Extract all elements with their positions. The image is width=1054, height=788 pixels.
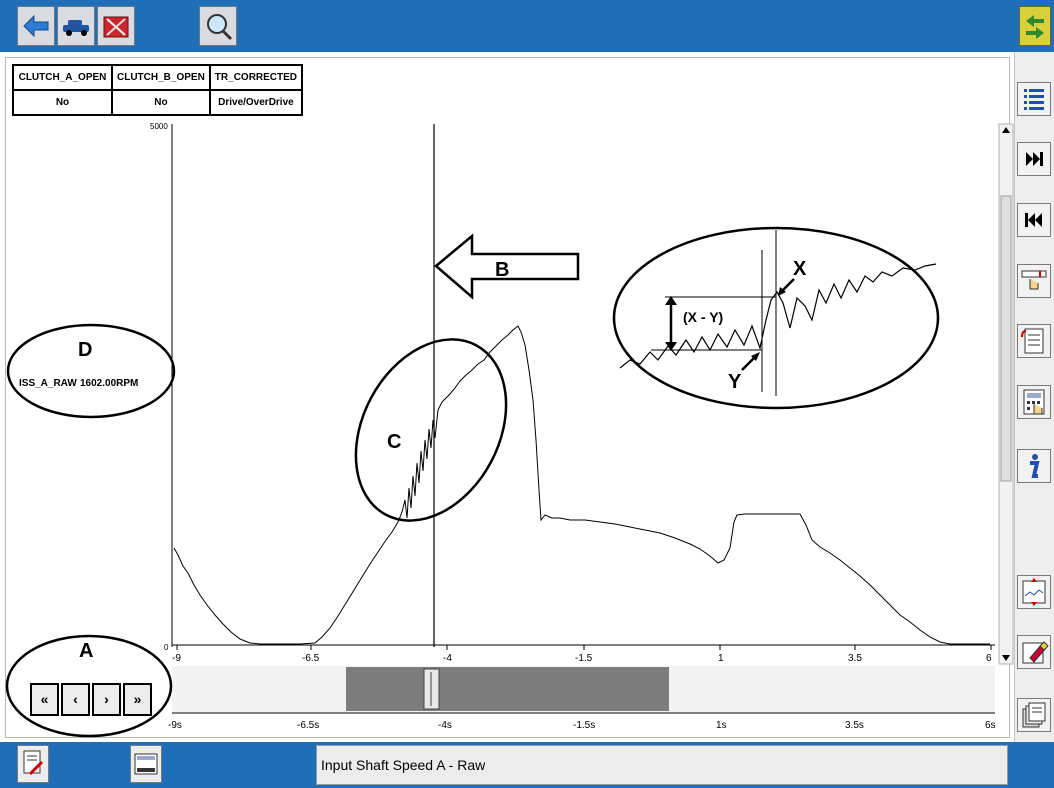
x-tick: -1.5 (575, 653, 593, 664)
annotation-x-label: X (793, 258, 807, 280)
pid-readout-name: ISS_A_RAW (19, 378, 77, 389)
skip-back-icon[interactable] (1017, 203, 1051, 237)
annotation-a-label: A (79, 640, 93, 662)
timeline-visible-window[interactable] (346, 667, 669, 711)
cursor-select-icon[interactable] (1017, 264, 1051, 298)
recorder-icon[interactable] (130, 745, 162, 783)
x-ticks: -9 -6.5 -4 -1.5 1 3.5 6 (172, 645, 992, 664)
annotation-y-label: Y (728, 371, 742, 393)
annotation-d-label: D (78, 339, 92, 361)
pid-readout-value: 1602.00RPM (80, 378, 138, 389)
annotation-c-ellipse (354, 338, 508, 522)
calculator-icon[interactable] (1017, 385, 1051, 419)
report-icon[interactable] (1017, 324, 1051, 358)
info-icon[interactable] (1017, 449, 1051, 483)
iss-a-raw-trace (173, 325, 990, 645)
status-bar-text: Input Shaft Speed A - Raw (316, 745, 1008, 785)
xy-diff-label: (X - Y) (683, 309, 723, 325)
files-icon[interactable] (1017, 698, 1051, 732)
timeline-tick: 6s (985, 720, 996, 731)
y-min-label: 0 (164, 643, 169, 652)
edit-icon[interactable] (1017, 635, 1051, 669)
x-tick: -6.5 (302, 653, 320, 664)
timeline-tick: 3.5s (845, 720, 864, 731)
skip-forward-icon[interactable] (1017, 142, 1051, 176)
x-tick: 6 (986, 653, 992, 664)
zoom-inset-trace (619, 263, 937, 369)
annotation-c-label: C (387, 431, 401, 453)
timeline-tick: -9s (168, 720, 182, 731)
timeline-tick: -1.5s (573, 720, 595, 731)
scale-graph-icon[interactable] (1017, 575, 1051, 609)
jump-start-button[interactable]: « (30, 683, 59, 716)
scroll-thumb[interactable] (1000, 195, 1012, 482)
y-max-label: 5000 (150, 122, 168, 131)
step-back-button[interactable]: ‹ (61, 683, 90, 716)
x-tick: -9 (172, 653, 181, 664)
jump-end-button[interactable]: » (123, 683, 152, 716)
graph-svg: 5000 0 -9 -6.5 -4 -1.5 1 3.5 6 C B D ISS… (5, 122, 1014, 738)
x-tick: 3.5 (848, 653, 862, 664)
session-icon[interactable] (17, 745, 49, 783)
list-icon[interactable] (1017, 82, 1051, 116)
timeline-tick: -4s (438, 720, 452, 731)
timeline-ticks: -9s -6.5s -4s -1.5s 1s 3.5s 6s (168, 720, 996, 731)
timeline-tick: -6.5s (297, 720, 319, 731)
step-forward-button[interactable]: › (92, 683, 121, 716)
x-tick: 1 (718, 653, 724, 664)
timeline-tick: 1s (716, 720, 727, 731)
annotation-b-label: B (495, 259, 509, 281)
x-tick: -4 (443, 653, 452, 664)
